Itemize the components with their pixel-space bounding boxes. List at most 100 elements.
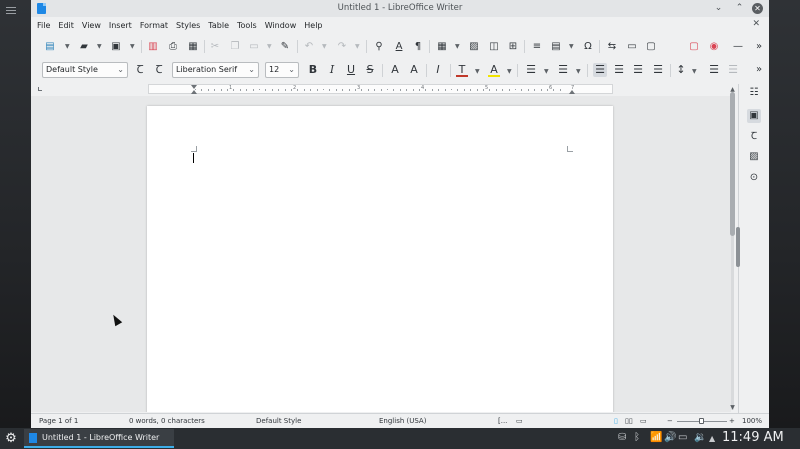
- insert-textbox-icon[interactable]: ⊞: [506, 39, 520, 53]
- font-color-button[interactable]: T: [455, 63, 469, 77]
- menu-tools[interactable]: Tools: [237, 21, 257, 30]
- clear-formatting-button[interactable]: I: [431, 63, 445, 77]
- menu-styles[interactable]: Styles: [176, 21, 200, 30]
- battery-tray-icon[interactable]: ▭: [678, 432, 687, 443]
- book-view-icon[interactable]: ▭: [640, 417, 647, 425]
- bullets-button[interactable]: ☰: [524, 63, 538, 77]
- hyperlink-icon[interactable]: ⇆: [605, 39, 619, 53]
- superscript-button[interactable]: A: [388, 63, 402, 77]
- horizontal-ruler[interactable]: 1 2 3 4 5 6 7: [148, 84, 613, 94]
- zoom-slider-knob[interactable]: [699, 418, 704, 424]
- highlight-dropdown-icon[interactable]: ▼: [507, 68, 512, 75]
- paste-dropdown-icon[interactable]: ▼: [267, 43, 272, 50]
- bold-button[interactable]: B: [306, 63, 320, 77]
- open-dropdown-icon[interactable]: ▼: [97, 43, 102, 50]
- font-color-dropdown-icon[interactable]: ▼: [475, 68, 480, 75]
- justify-button[interactable]: ☰: [651, 63, 665, 77]
- line-spacing-dropdown-icon[interactable]: ▼: [692, 68, 697, 75]
- track-changes-icon[interactable]: ▢: [687, 39, 701, 53]
- subscript-button[interactable]: A: [407, 63, 421, 77]
- menu-file[interactable]: File: [37, 21, 50, 30]
- increase-spacing-button[interactable]: ☰: [707, 63, 721, 77]
- table-dropdown-icon[interactable]: ▼: [455, 43, 460, 50]
- insert-field-icon[interactable]: ▤: [549, 39, 563, 53]
- document-page[interactable]: [147, 106, 613, 412]
- storage-tray-icon[interactable]: ⛁: [618, 432, 626, 443]
- toolbar-overflow-icon[interactable]: »: [752, 39, 766, 53]
- save-icon[interactable]: ▣: [109, 39, 123, 53]
- network-tray-icon[interactable]: 📶: [650, 432, 662, 443]
- sidebar-styles-icon[interactable]: Ꞇ: [747, 130, 761, 144]
- minimize-button[interactable]: ⌄: [713, 3, 724, 14]
- font-name-select[interactable]: Liberation Serif ⌄: [172, 62, 259, 78]
- record-changes-icon[interactable]: ◉: [707, 39, 721, 53]
- insert-line-icon[interactable]: —: [731, 39, 745, 53]
- sidebar-navigator-icon[interactable]: ⊙: [747, 171, 761, 185]
- tab-stop-selector[interactable]: [38, 87, 42, 91]
- field-dropdown-icon[interactable]: ▼: [569, 43, 574, 50]
- new-document-icon[interactable]: ▤: [43, 39, 57, 53]
- formatting-marks-icon[interactable]: ¶: [411, 39, 425, 53]
- single-page-view-icon[interactable]: ▯: [614, 417, 618, 425]
- insert-comment-icon[interactable]: ▢: [644, 39, 658, 53]
- print-preview-icon[interactable]: ▦: [186, 39, 200, 53]
- open-folder-icon[interactable]: ▰: [77, 39, 91, 53]
- zoom-in-button[interactable]: +: [729, 417, 735, 425]
- menu-edit[interactable]: Edit: [58, 21, 74, 30]
- undo-dropdown-icon[interactable]: ▼: [322, 43, 327, 50]
- maximize-button[interactable]: ⌃: [734, 3, 745, 14]
- align-left-button[interactable]: ☰: [593, 63, 607, 77]
- menu-format[interactable]: Format: [140, 21, 168, 30]
- print-icon[interactable]: ⎙: [166, 39, 180, 53]
- numbering-button[interactable]: ☰: [556, 63, 570, 77]
- paste-icon[interactable]: ▭: [247, 39, 261, 53]
- zoom-percent[interactable]: 100%: [742, 417, 762, 425]
- taskbar-item-writer[interactable]: Untitled 1 - LibreOffice Writer: [24, 429, 174, 448]
- language-status[interactable]: English (USA): [379, 417, 426, 425]
- menu-help[interactable]: Help: [304, 21, 322, 30]
- footnote-icon[interactable]: ▭: [625, 39, 639, 53]
- spelling-icon[interactable]: A: [392, 39, 406, 53]
- menu-window[interactable]: Window: [265, 21, 297, 30]
- clock[interactable]: 11:49 AM: [722, 430, 784, 445]
- clone-formatting-icon[interactable]: ✎: [278, 39, 292, 53]
- zoom-out-button[interactable]: −: [667, 417, 673, 425]
- document-canvas[interactable]: [31, 96, 731, 412]
- copy-icon[interactable]: ❐: [228, 39, 242, 53]
- special-character-icon[interactable]: Ω: [581, 39, 595, 53]
- insert-chart-icon[interactable]: ◫: [487, 39, 501, 53]
- align-right-button[interactable]: ☰: [631, 63, 645, 77]
- menu-table[interactable]: Table: [208, 21, 229, 30]
- page-style-status[interactable]: Default Style: [256, 417, 301, 425]
- menu-view[interactable]: View: [82, 21, 101, 30]
- find-replace-icon[interactable]: ⚲: [372, 39, 386, 53]
- undo-icon[interactable]: ↶: [302, 39, 316, 53]
- first-line-indent-marker[interactable]: [191, 85, 197, 89]
- numbering-dropdown-icon[interactable]: ▼: [576, 68, 581, 75]
- scroll-down-icon[interactable]: ▼: [728, 404, 737, 411]
- word-count[interactable]: 0 words, 0 characters: [129, 417, 205, 425]
- font-size-select[interactable]: 12 ⌄: [265, 62, 299, 78]
- sidebar-resize-handle[interactable]: [736, 227, 740, 267]
- insert-mode-status[interactable]: [...: [498, 417, 507, 425]
- close-document-button[interactable]: ✕: [752, 19, 760, 29]
- decrease-spacing-button[interactable]: ☰: [726, 63, 740, 77]
- selection-mode-icon[interactable]: ▭: [516, 417, 523, 425]
- sidebar-settings-icon[interactable]: ☷: [747, 86, 761, 100]
- update-style-icon[interactable]: Ꞇ: [133, 63, 147, 77]
- insert-image-icon[interactable]: ▨: [467, 39, 481, 53]
- redo-icon[interactable]: ↷: [335, 39, 349, 53]
- left-indent-marker[interactable]: [191, 90, 197, 94]
- tray-expand-icon[interactable]: ▲: [709, 434, 715, 443]
- new-dropdown-icon[interactable]: ▼: [65, 43, 70, 50]
- title-bar[interactable]: Untitled 1 - LibreOffice Writer ⌄ ⌃ ✕: [31, 0, 769, 17]
- formatting-overflow-icon[interactable]: »: [752, 63, 766, 77]
- line-spacing-button[interactable]: ↕: [674, 63, 688, 77]
- desktop-menu-icon[interactable]: [6, 7, 16, 14]
- strikethrough-button[interactable]: S: [363, 63, 377, 77]
- underline-button[interactable]: U: [344, 63, 358, 77]
- highlight-color-button[interactable]: A: [487, 63, 501, 77]
- multi-page-view-icon[interactable]: ▯▯: [625, 417, 633, 425]
- audio-tray-icon[interactable]: 🔊: [664, 432, 676, 443]
- scrollbar-thumb[interactable]: [730, 92, 735, 236]
